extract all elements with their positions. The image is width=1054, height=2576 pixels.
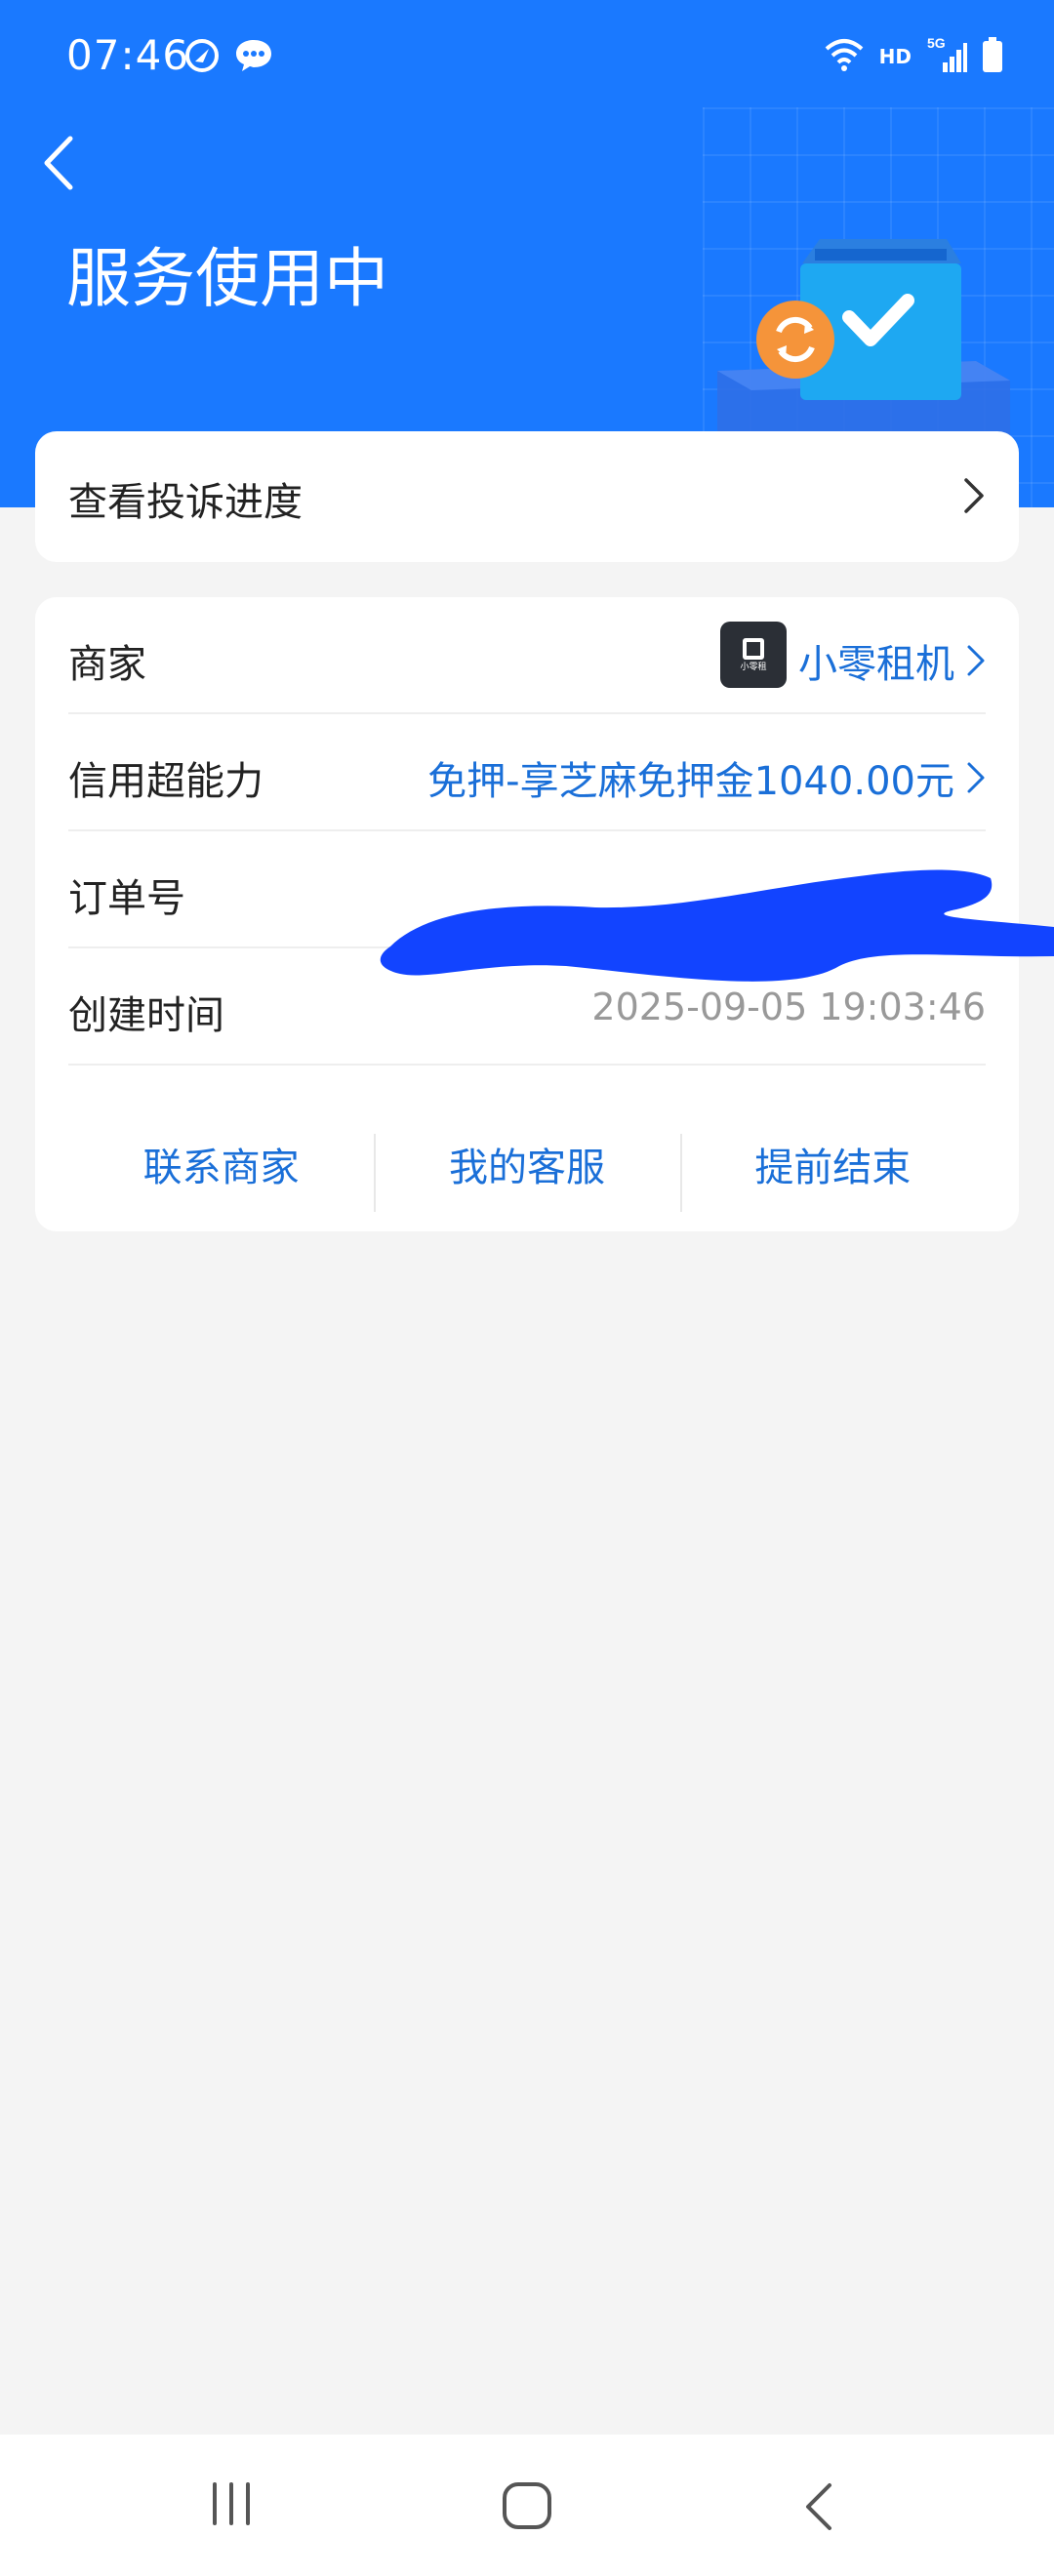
merchant-logo: 小零租 [720, 622, 787, 688]
wifi-icon [823, 37, 866, 76]
back-nav-icon[interactable] [800, 2479, 839, 2538]
chevron-right-icon [962, 474, 986, 521]
merchant-logo-text: 小零租 [740, 662, 767, 672]
merchant-name: 小零租机 [798, 642, 954, 687]
status-time: 07:46 [66, 31, 190, 79]
hd-label: HD [878, 45, 912, 68]
chevron-right-icon [967, 645, 985, 676]
recent-apps-icon[interactable] [207, 2479, 256, 2532]
merchant-row[interactable]: 商家 小零租 小零租机 [68, 597, 986, 714]
svg-text:5G: 5G [927, 35, 946, 51]
created-time-label: 创建时间 [68, 993, 224, 1038]
merchant-label: 商家 [68, 642, 146, 687]
battery-icon [982, 36, 1003, 77]
home-icon[interactable] [500, 2479, 554, 2536]
order-number-label: 订单号 [68, 876, 185, 921]
complaint-progress-label: 查看投诉进度 [68, 480, 303, 525]
customer-service-button[interactable]: 我的客服 [374, 1095, 679, 1222]
credit-link[interactable]: 免押-享芝麻免押金1040.00元 [427, 749, 986, 806]
navigation-icon [183, 37, 221, 78]
end-early-button[interactable]: 提前结束 [679, 1095, 986, 1222]
back-button[interactable] [35, 129, 84, 197]
message-icon [234, 37, 273, 78]
contact-merchant-button[interactable]: 联系商家 [68, 1095, 374, 1222]
chevron-right-icon [967, 762, 985, 793]
action-bar: 联系商家 我的客服 提前结束 [68, 1095, 986, 1222]
page-title: 服务使用中 [66, 241, 388, 316]
signal-icon: 5G [925, 35, 968, 78]
system-nav-bar [0, 2435, 1054, 2576]
credit-value: 免押-享芝麻免押金1040.00元 [427, 759, 954, 804]
redaction-scribble [371, 849, 1054, 1009]
merchant-link[interactable]: 小零租 小零租机 [720, 622, 986, 689]
complaint-progress-card[interactable]: 查看投诉进度 [35, 431, 1019, 562]
credit-row[interactable]: 信用超能力 免押-享芝麻免押金1040.00元 [68, 714, 986, 831]
status-bar: 07:46 HD 5G [0, 0, 1054, 117]
credit-label: 信用超能力 [68, 759, 264, 804]
